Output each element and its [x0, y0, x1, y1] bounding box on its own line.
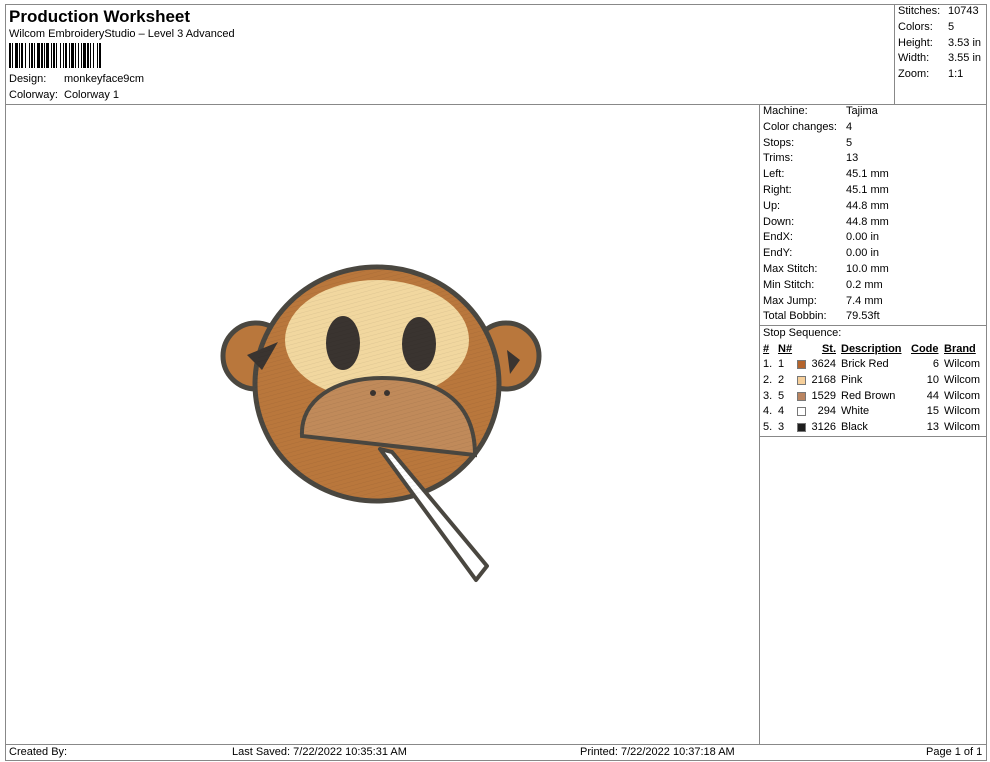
- created-by: Created By:: [9, 746, 68, 758]
- monkey-face-embroidery: [220, 264, 542, 582]
- last-saved: Last Saved: 7/22/2022 10:35:31 AM: [232, 746, 407, 758]
- design-preview: [220, 264, 542, 582]
- printed: Printed: 7/22/2022 10:37:18 AM: [580, 746, 735, 758]
- production-worksheet: Production Worksheet Wilcom EmbroiderySt…: [0, 0, 990, 762]
- page-number: Page 1 of 1: [926, 746, 983, 758]
